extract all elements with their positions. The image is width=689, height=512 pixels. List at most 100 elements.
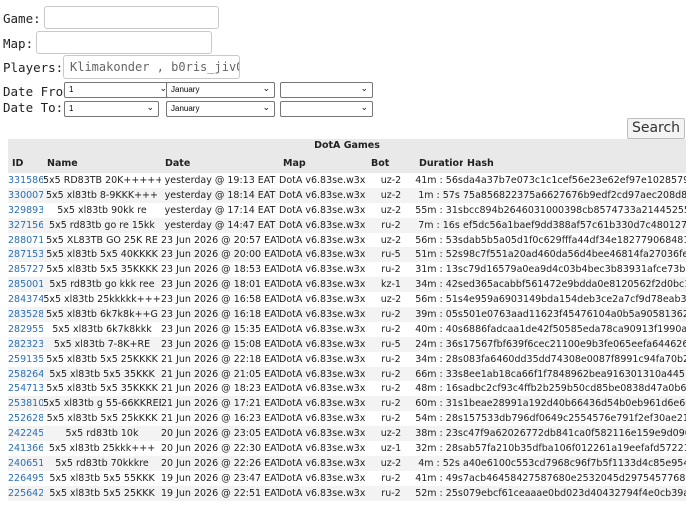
header-duration[interactable]: Duration bbox=[415, 153, 463, 173]
table-row: 254713 5x5 xl83tb 5x5 35KKKK 21 Jun 2026 @… bbox=[8, 381, 686, 397]
game-id-link[interactable]: 287153 bbox=[8, 247, 43, 262]
table-row: 282955 5x5 xl83tb 6k7k8kkk 23 Jun 2026 @ 1… bbox=[8, 321, 686, 337]
game-id-link[interactable]: 242245 bbox=[8, 426, 43, 441]
games-table: DotA Games ID Name Date Map Bot Duration… bbox=[8, 139, 686, 501]
game-bot: uz-2 bbox=[380, 204, 402, 216]
game-map: DotA v6.83se.w3x bbox=[279, 428, 366, 440]
header-id[interactable]: ID bbox=[8, 153, 43, 173]
game-date: 23 Jun 2026 @ 20:57 EAT bbox=[161, 234, 279, 246]
game-bot: uz-2 bbox=[380, 189, 402, 201]
game-bot: ru-2 bbox=[381, 472, 401, 484]
game-id-link[interactable]: 285001 bbox=[8, 277, 43, 292]
game-id-link[interactable]: 282955 bbox=[8, 322, 43, 337]
game-id-link[interactable]: 288071 bbox=[8, 233, 43, 248]
game-duration: 7m : 16s bbox=[418, 219, 460, 231]
header-map[interactable]: Map bbox=[279, 153, 367, 173]
game-date: 21 Jun 2026 @ 16:23 EAT bbox=[161, 413, 279, 425]
table-row: 226495 5x5 xl83tb 5x5 55KKK 19 Jun 2026 @ … bbox=[8, 470, 686, 486]
date-from-month-select[interactable]: January ⌄ bbox=[166, 82, 275, 98]
game-hash: a40e6100c553cd7968c96f7b5f1133d4c85e9541 bbox=[463, 457, 686, 469]
game-id-link[interactable]: 252628 bbox=[8, 411, 43, 426]
table-row: 330007 5x5 xl83tb 8-9KKK+++ yesterday @ 18… bbox=[8, 187, 686, 203]
game-map: DotA v6.83se.w3x bbox=[279, 323, 366, 335]
game-id-link[interactable]: 259135 bbox=[8, 352, 43, 367]
game-hash: 157533db796df0649c2554576e791f2ef30ae21e bbox=[463, 413, 686, 425]
date-to-year-select[interactable]: ⌄ bbox=[280, 101, 373, 117]
game-id-link[interactable]: 240651 bbox=[8, 456, 43, 471]
date-from-year-select[interactable]: ⌄ bbox=[280, 82, 373, 98]
game-date: 21 Jun 2026 @ 18:23 EAT bbox=[161, 383, 279, 395]
game-name: 5x5 xl83tb 7-8K+RE bbox=[53, 338, 151, 350]
game-id-link[interactable]: 283528 bbox=[8, 307, 43, 322]
date-from-day-value: 1 bbox=[69, 85, 74, 94]
game-id-link[interactable]: 282323 bbox=[8, 337, 43, 352]
game-duration: 52m : 25s bbox=[415, 487, 463, 499]
header-bot[interactable]: Bot bbox=[367, 153, 415, 173]
game-name: 5x5 xl83tb 5x5 35KKK bbox=[49, 368, 155, 380]
map-input[interactable] bbox=[36, 31, 212, 54]
search-button[interactable]: Search bbox=[627, 118, 685, 139]
game-id-link[interactable]: 285727 bbox=[8, 262, 43, 277]
game-date: 23 Jun 2026 @ 16:58 EAT bbox=[161, 294, 279, 306]
game-map: DotA v6.83se.w3x bbox=[279, 204, 366, 216]
players-input[interactable]: Klimakonder , b0ris_jiv0 bbox=[63, 55, 240, 79]
game-hash: 4e959a6903149bda154deb3ce2a7cf9d78eab34f bbox=[463, 294, 686, 306]
date-to-day-select[interactable]: 1 ⌄ bbox=[64, 101, 159, 117]
header-hash[interactable]: Hash bbox=[463, 153, 686, 173]
game-id-link[interactable]: 258264 bbox=[8, 367, 43, 382]
game-id-link[interactable]: 331586 bbox=[8, 173, 43, 188]
game-id-link[interactable]: 329893 bbox=[8, 203, 43, 218]
game-date: 19 Jun 2026 @ 22:51 EAT bbox=[161, 487, 279, 499]
game-bot: ru-2 bbox=[381, 383, 401, 395]
game-bot: ru-2 bbox=[381, 264, 401, 276]
game-id-link[interactable]: 225642 bbox=[8, 486, 43, 501]
game-id-link[interactable]: 284374 bbox=[8, 292, 43, 307]
game-hash: ef5dc56a1baef9dd388af57c61b330d7c4801279 bbox=[463, 219, 686, 231]
chevron-down-icon: ⌄ bbox=[146, 102, 154, 112]
table-row: 288071 5x5 XL83TB GO 25K RE 23 Jun 2026 @ … bbox=[8, 232, 686, 248]
game-hash: dab5b5a05d1f0c629fffa44df34e182779068481 bbox=[463, 234, 686, 246]
table-row: 329893 5x5 xl83tb 90kk re yesterday @ 17:1… bbox=[8, 202, 686, 218]
game-hash: ab57fa210b35dfba106f012261a19eefafd57221 bbox=[463, 442, 686, 454]
game-map: DotA v6.83se.w3x bbox=[279, 457, 366, 469]
game-name: 5x5 RD83TB 20K+++++ bbox=[43, 174, 161, 186]
header-name[interactable]: Name bbox=[43, 153, 161, 173]
game-id-link[interactable]: 330007 bbox=[8, 188, 43, 203]
game-date: yesterday @ 19:13 EAT bbox=[164, 174, 276, 186]
game-id-link[interactable]: 226495 bbox=[8, 471, 43, 486]
game-id-link[interactable]: 254713 bbox=[8, 381, 43, 396]
table-row: 331586 5x5 RD83TB 20K+++++ yesterday @ 19:… bbox=[8, 173, 686, 188]
game-duration: 34m : 42s bbox=[415, 279, 463, 291]
game-hash: ed365acabbf561472e9bdda0e8120562f2d0bc14 bbox=[463, 279, 686, 291]
game-bot: uz-2 bbox=[380, 457, 402, 469]
game-date: 23 Jun 2026 @ 20:00 EAT bbox=[161, 249, 279, 261]
game-name: 5x5 xl83tb 25kkk+++ bbox=[48, 442, 156, 454]
date-from-day-select[interactable]: 1 ⌄ bbox=[64, 82, 172, 98]
table-row: 327156 5x5 rd83tb go re 15kk yesterday @ 1… bbox=[8, 217, 686, 233]
game-id-link[interactable]: 241366 bbox=[8, 441, 43, 456]
game-bot: uz-2 bbox=[380, 294, 402, 306]
game-duration: 60m : 31s bbox=[415, 398, 463, 410]
game-map: DotA v6.83se.w3x bbox=[279, 234, 366, 246]
game-map: DotA v6.83se.w3x bbox=[279, 189, 366, 201]
table-row: 282323 5x5 xl83tb 7-8K+RE 23 Jun 2026 @ 15… bbox=[8, 336, 686, 352]
game-bot: ru-2 bbox=[381, 353, 401, 365]
game-name: 5x5 xl83tb 5x5 25KKK bbox=[49, 487, 155, 499]
game-date: 23 Jun 2026 @ 15:08 EAT bbox=[161, 338, 279, 350]
players-label: Players: bbox=[3, 60, 64, 75]
game-duration: 41m : 49s bbox=[415, 472, 463, 484]
game-name: 5x5 rd83tb 70kkkre bbox=[55, 457, 149, 469]
date-to-month-select[interactable]: January ⌄ bbox=[166, 101, 275, 117]
chevron-down-icon: ⌄ bbox=[360, 102, 368, 112]
game-id-link[interactable]: 327156 bbox=[8, 218, 43, 233]
game-hash: 98c7f551a20ad460da56d4bee46814fa27036fec bbox=[463, 249, 686, 261]
game-map: DotA v6.83se.w3x bbox=[279, 368, 366, 380]
table-row: 225642 5x5 xl83tb 5x5 25KKK 19 Jun 2026 @ … bbox=[8, 485, 686, 501]
game-hash: c79d16579a0ea9d4c03b4bec3b83931afce73b9e bbox=[463, 264, 686, 276]
date-to-month-value: January bbox=[171, 104, 200, 113]
game-date: 21 Jun 2026 @ 21:05 EAT bbox=[161, 368, 279, 380]
game-input[interactable] bbox=[44, 6, 219, 29]
game-duration: 34m : 28s bbox=[415, 353, 463, 365]
header-date[interactable]: Date bbox=[161, 153, 279, 173]
game-id-link[interactable]: 253810 bbox=[8, 396, 43, 411]
